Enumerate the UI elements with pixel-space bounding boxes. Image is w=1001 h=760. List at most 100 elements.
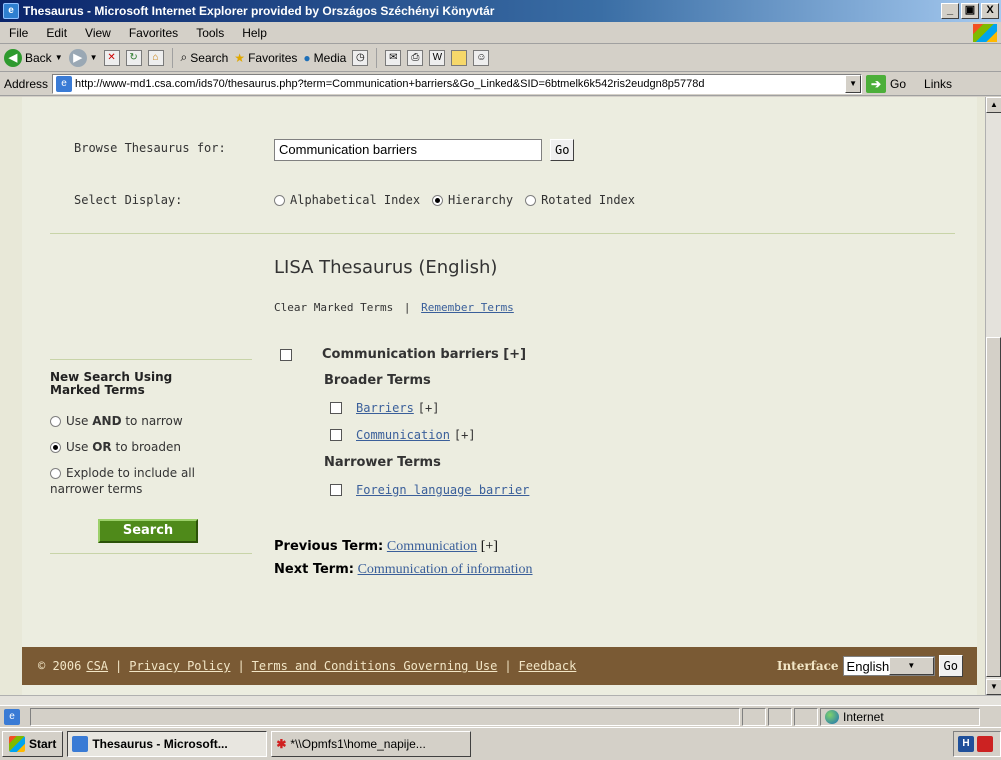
previous-term-suffix[interactable]: [+] (481, 539, 498, 554)
narrower-term-link[interactable]: Foreign language barrier (356, 483, 529, 497)
status-text-cell (30, 707, 740, 726)
toolbar: ◀ Back ▼ ▶ ▼ ✕ ↻ ⌂ ⌕ Search ★ Favorites … (0, 44, 1001, 72)
previous-term-row: Previous Term: Communication [+] (274, 535, 533, 558)
menu-help[interactable]: Help (233, 26, 276, 40)
page-icon: e (56, 75, 73, 92)
globe-icon (825, 709, 839, 724)
main-term-row: Communication barriers [+] (280, 347, 526, 362)
scroll-up-icon[interactable]: ▲ (986, 97, 1001, 113)
media-icon: ● (303, 50, 311, 65)
stop-icon[interactable]: ✕ (103, 49, 120, 66)
menubar: File Edit View Favorites Tools Help (0, 22, 1001, 44)
window-controls: _ ▣ X (941, 3, 999, 19)
menu-edit[interactable]: Edit (37, 26, 76, 40)
address-input[interactable]: e http://www-md1.csa.com/ids70/thesaurus… (52, 73, 863, 94)
option-explode[interactable]: Explode to include all narrower terms (50, 465, 252, 497)
option-or-suffix: to broaden (111, 440, 181, 454)
privacy-policy-link[interactable]: Privacy Policy (129, 659, 230, 673)
display-rotated-label: Rotated Index (541, 193, 635, 207)
go-arrow-icon[interactable]: ➔ (866, 74, 887, 93)
footer-separator: | (504, 659, 512, 673)
search-marked-button[interactable]: Search (98, 519, 198, 543)
back-arrow-icon: ◀ (4, 48, 22, 67)
feedback-link[interactable]: Feedback (519, 659, 577, 673)
option-and-prefix: Use (66, 414, 93, 428)
thesaurus-title: LISA Thesaurus (English) (274, 257, 498, 278)
folder-icon[interactable] (451, 49, 468, 66)
previous-term-link[interactable]: Communication (387, 539, 477, 554)
taskbar: Start Thesaurus - Microsoft... ✱ *\\Opmf… (0, 727, 1001, 760)
zone-label: Internet (843, 709, 884, 724)
horizontal-scrollbar[interactable] (0, 695, 1001, 705)
scroll-down-icon[interactable]: ▼ (986, 679, 1001, 695)
csa-link[interactable]: CSA (86, 659, 108, 673)
history-icon[interactable]: ◷ (352, 49, 369, 66)
tray-app-icon[interactable] (977, 736, 993, 752)
search-button[interactable]: ⌕ Search (181, 50, 229, 65)
display-hierarchy[interactable]: Hierarchy (432, 193, 513, 207)
terms-link[interactable]: Terms and Conditions Governing Use (252, 659, 498, 673)
restore-button[interactable]: ▣ (961, 3, 979, 19)
language-dropdown-icon[interactable]: ▼ (889, 657, 934, 675)
option-explode-label: Explode to include all narrower terms (50, 466, 195, 496)
main-term-checkbox[interactable] (280, 348, 292, 361)
print-icon[interactable]: ⎙ (407, 49, 424, 66)
close-button[interactable]: X (981, 3, 999, 19)
scroll-thumb[interactable] (986, 337, 1001, 677)
task-thesaurus[interactable]: Thesaurus - Microsoft... (67, 731, 268, 757)
broader-term-link[interactable]: Barriers (356, 401, 414, 415)
app-star-icon: ✱ (276, 737, 287, 751)
sidebar-divider (50, 553, 252, 554)
broader-term-suffix[interactable]: [+] (418, 401, 440, 415)
window-titlebar[interactable]: e Thesaurus - Microsoft Internet Explore… (0, 0, 1001, 22)
display-rotated[interactable]: Rotated Index (525, 193, 635, 207)
display-options: Alphabetical Index Hierarchy Rotated Ind… (274, 193, 635, 207)
browse-go-button[interactable]: Go (550, 139, 575, 161)
links-label[interactable]: Links (924, 77, 952, 91)
vertical-scrollbar[interactable]: ▲ ▼ (985, 97, 1001, 695)
menu-favorites[interactable]: Favorites (120, 26, 187, 40)
broader-term-checkbox[interactable] (330, 402, 342, 414)
start-button[interactable]: Start (2, 731, 64, 757)
option-and[interactable]: Use AND to narrow (50, 413, 252, 429)
menu-file[interactable]: File (0, 26, 37, 40)
home-icon[interactable]: ⌂ (147, 49, 164, 66)
clear-marked-terms[interactable]: Clear Marked Terms (274, 301, 393, 314)
menu-view[interactable]: View (76, 26, 120, 40)
refresh-icon[interactable]: ↻ (125, 49, 142, 66)
language-select[interactable]: English ▼ (842, 656, 935, 676)
status-cell (742, 707, 766, 726)
system-tray: H (953, 731, 1001, 757)
edit-icon[interactable]: W (429, 49, 446, 66)
radio-icon (50, 416, 61, 427)
minimize-button[interactable]: _ (941, 3, 959, 19)
narrower-term-checkbox[interactable] (330, 484, 342, 496)
broader-term-link[interactable]: Communication (356, 428, 450, 442)
windows-logo-icon (973, 23, 997, 42)
display-alphabetical[interactable]: Alphabetical Index (274, 193, 420, 207)
footer-separator: | (115, 659, 123, 673)
address-dropdown-icon[interactable]: ▼ (845, 74, 862, 93)
forward-button[interactable]: ▶ ▼ (68, 48, 98, 67)
mail-icon[interactable]: ✉ (385, 49, 402, 66)
task-folder[interactable]: ✱ *\\Opmfs1\home_napije... (271, 731, 472, 757)
page-status-icon: e (4, 708, 20, 725)
back-button[interactable]: ◀ Back ▼ (4, 48, 63, 67)
menu-tools[interactable]: Tools (187, 26, 233, 40)
language-tray-icon[interactable]: H (958, 736, 974, 752)
messenger-icon[interactable]: ☺ (473, 49, 490, 66)
broader-term-checkbox[interactable] (330, 429, 342, 441)
remember-terms-link[interactable]: Remember Terms (421, 301, 514, 314)
go-label[interactable]: Go (890, 77, 906, 91)
option-or[interactable]: Use OR to broaden (50, 439, 252, 455)
broader-heading-label: Broader Terms (324, 373, 431, 388)
broader-term-suffix[interactable]: [+] (454, 428, 476, 442)
interface-go-button[interactable]: Go (938, 655, 963, 677)
copyright: © 2006 (38, 659, 82, 673)
page-viewport: Browse Thesaurus for: Communication barr… (0, 97, 985, 695)
favorites-button[interactable]: ★ Favorites (234, 51, 297, 65)
narrower-term-row: Foreign language barrier (330, 483, 529, 497)
browse-input[interactable]: Communication barriers (274, 139, 542, 161)
next-term-link[interactable]: Communication of information (358, 562, 533, 577)
media-button[interactable]: ● Media (303, 51, 346, 65)
